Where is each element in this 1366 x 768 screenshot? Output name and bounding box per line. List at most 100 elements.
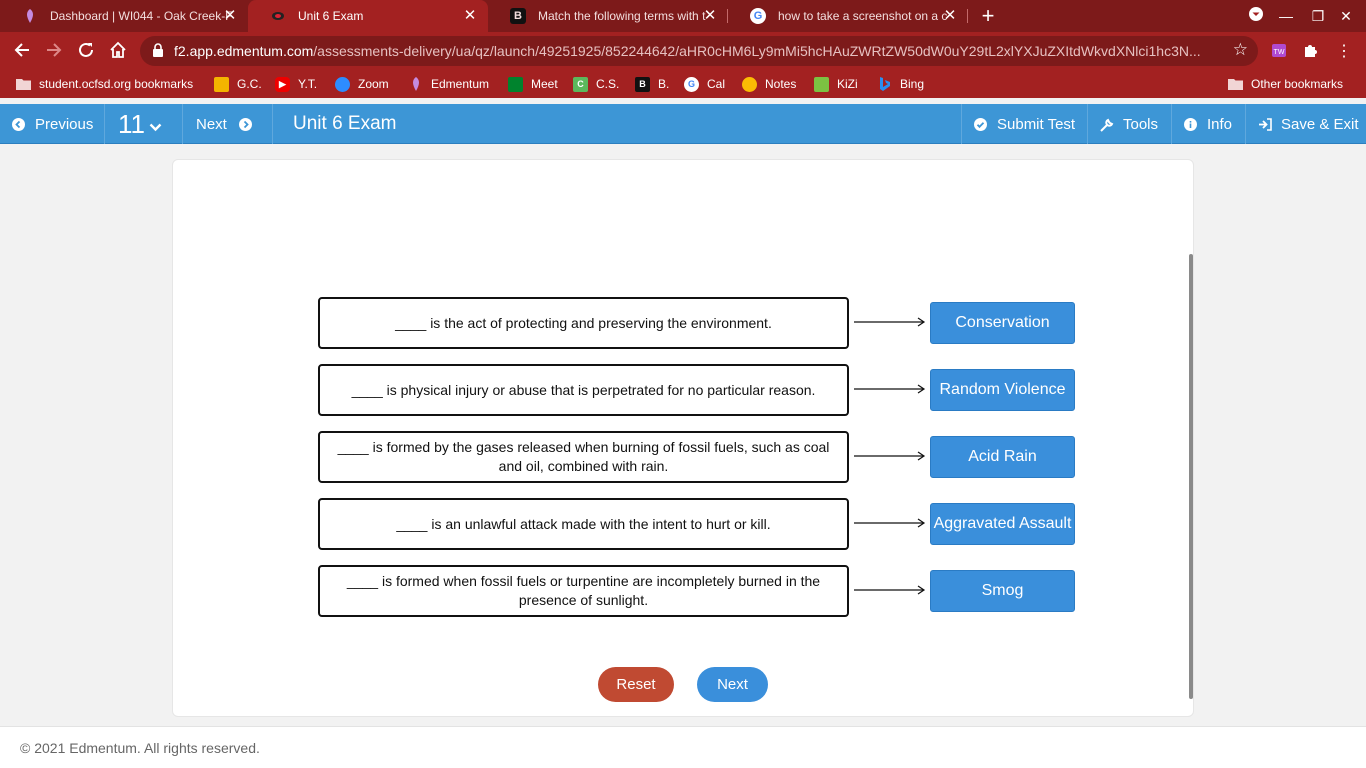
bookmark-label: Y.T.: [298, 77, 318, 91]
info-circle-icon: [1184, 117, 1197, 131]
keep-icon: [742, 76, 757, 92]
restore-icon[interactable]: ❐: [1308, 6, 1328, 26]
content-scrollbar[interactable]: [1189, 254, 1193, 699]
browser-tab-dashboard[interactable]: Dashboard | WI044 - Oak Creek-F ✕: [0, 0, 248, 32]
arrow-right-icon: [854, 518, 926, 528]
edmentum-icon: [270, 8, 286, 24]
extension-icon[interactable]: TW: [1270, 41, 1290, 61]
bookmark-bing[interactable]: Bing: [877, 75, 924, 93]
url-host: f2.app.edmentum.com: [174, 43, 314, 59]
tab-search-icon[interactable]: [1246, 6, 1266, 26]
submit-label: Submit Test: [997, 115, 1076, 133]
meet-icon: [508, 76, 523, 92]
bookmark-student-folder[interactable]: student.ocfsd.org bookmarks: [16, 75, 193, 93]
match-term-5: ____ is formed when fossil fuels or turp…: [318, 565, 849, 617]
bookmark-other-folder[interactable]: Other bookmarks: [1228, 75, 1343, 93]
minimize-icon[interactable]: —: [1276, 6, 1296, 26]
bookmark-label: C.S.: [596, 77, 620, 91]
close-icon[interactable]: ✕: [222, 8, 238, 24]
bookmark-yt[interactable]: ▶ Y.T.: [275, 75, 317, 93]
bookmark-label: G.C.: [237, 77, 262, 91]
bookmark-label: Meet: [531, 77, 558, 91]
bookmark-cal[interactable]: G Cal: [684, 75, 725, 93]
zoom-icon: [335, 76, 350, 92]
match-term-4: ____ is an unlawful attack made with the…: [318, 498, 849, 550]
menu-kebab-icon[interactable]: ⋮: [1334, 41, 1354, 61]
edmentum-icon: [408, 77, 423, 92]
next-label: Next: [196, 115, 227, 133]
new-tab-button[interactable]: +: [978, 5, 998, 27]
tools-label: Tools: [1123, 115, 1159, 133]
google-icon: G: [684, 76, 699, 92]
lock-icon: [152, 43, 164, 57]
match-answer-3[interactable]: Acid Rain: [930, 436, 1075, 478]
close-icon[interactable]: ✕: [702, 8, 718, 24]
bookmark-zoom[interactable]: Zoom: [335, 75, 389, 93]
bookmark-star-icon[interactable]: ☆: [1233, 40, 1248, 60]
close-window-icon[interactable]: ✕: [1336, 6, 1356, 26]
bookmark-kizi[interactable]: KiZi: [814, 75, 858, 93]
bookmark-b[interactable]: B B.: [635, 75, 669, 93]
arrow-right-icon: [854, 384, 926, 394]
browser-tab-strip: Dashboard | WI044 - Oak Creek-F ✕ Unit 6…: [0, 0, 1366, 32]
info-label: Info: [1207, 115, 1233, 133]
arrow-right-icon: [854, 317, 926, 327]
address-bar[interactable]: f2.app.edmentum.com/assessments-delivery…: [140, 36, 1258, 66]
match-answer-4[interactable]: Aggravated Assault: [930, 503, 1075, 545]
tab-title: Unit 6 Exam: [298, 9, 364, 23]
brainly-icon: B: [510, 8, 526, 24]
header-divider: [272, 104, 273, 144]
browser-tab-google[interactable]: G how to take a screenshot on a c ✕: [728, 0, 968, 32]
bookmark-label: student.ocfsd.org bookmarks: [39, 77, 194, 91]
arrow-right-circle-icon: [238, 117, 252, 131]
youtube-icon: ▶: [275, 76, 290, 92]
bookmark-meet[interactable]: Meet: [508, 75, 558, 93]
bookmark-edmentum[interactable]: Edmentum: [408, 75, 489, 93]
brainly-icon: B: [635, 76, 650, 92]
bookmark-notes[interactable]: Notes: [742, 75, 796, 93]
svg-text:TW: TW: [1274, 49, 1285, 56]
header-divider: [1171, 104, 1172, 144]
previous-label: Previous: [35, 115, 94, 133]
save-exit-button[interactable]: Save & Exit: [1258, 104, 1359, 144]
home-icon[interactable]: [108, 41, 128, 61]
submit-test-button[interactable]: Submit Test: [974, 104, 1075, 144]
question-selector[interactable]: 11: [118, 104, 162, 144]
previous-button[interactable]: Previous: [12, 104, 93, 144]
page-footer: © 2021 Edmentum. All rights reserved.: [0, 726, 1366, 768]
match-answer-5[interactable]: Smog: [930, 570, 1075, 612]
bookmark-label: Bing: [900, 77, 925, 91]
match-answer-2[interactable]: Random Violence: [930, 369, 1075, 411]
close-icon[interactable]: ✕: [942, 8, 958, 24]
tools-button[interactable]: Tools: [1100, 104, 1158, 144]
match-answer-1[interactable]: Conservation: [930, 302, 1075, 344]
wrench-icon: [1100, 118, 1114, 132]
browser-tab-unit6[interactable]: Unit 6 Exam ✕: [248, 0, 488, 32]
back-icon[interactable]: [12, 41, 32, 61]
info-button[interactable]: Info: [1184, 104, 1232, 144]
reload-icon[interactable]: [76, 41, 96, 61]
copyright-text: © 2021 Edmentum. All rights reserved.: [20, 740, 260, 756]
url-path: /assessments-delivery/ua/qz/launch/49251…: [313, 43, 1201, 59]
next-button[interactable]: Next: [697, 667, 768, 702]
cs-icon: C: [573, 76, 588, 92]
match-term-1: ____ is the act of protecting and preser…: [318, 297, 849, 349]
question-number: 11: [118, 108, 145, 139]
bookmark-label: Other bookmarks: [1251, 77, 1344, 91]
bookmark-label: Zoom: [358, 77, 389, 91]
bookmarks-bar: student.ocfsd.org bookmarks G.C. ▶ Y.T. Z…: [0, 70, 1366, 98]
folder-icon: [1228, 77, 1243, 92]
bookmark-label: Notes: [765, 77, 797, 91]
match-term-3: ____ is formed by the gases released whe…: [318, 431, 849, 483]
sign-out-icon: [1258, 117, 1272, 131]
close-icon[interactable]: ✕: [462, 8, 478, 24]
next-question-button[interactable]: Next: [196, 104, 252, 144]
tab-title: how to take a screenshot on a c: [778, 9, 948, 23]
bookmark-gc[interactable]: G.C.: [214, 75, 262, 93]
puzzle-extensions-icon[interactable]: [1302, 41, 1322, 61]
forward-icon[interactable]: [44, 41, 64, 61]
bookmark-cs[interactable]: C C.S.: [573, 75, 619, 93]
bookmark-label: Edmentum: [431, 77, 490, 91]
reset-button[interactable]: Reset: [598, 667, 674, 702]
browser-tab-brainly[interactable]: B Match the following terms with t ✕: [488, 0, 728, 32]
